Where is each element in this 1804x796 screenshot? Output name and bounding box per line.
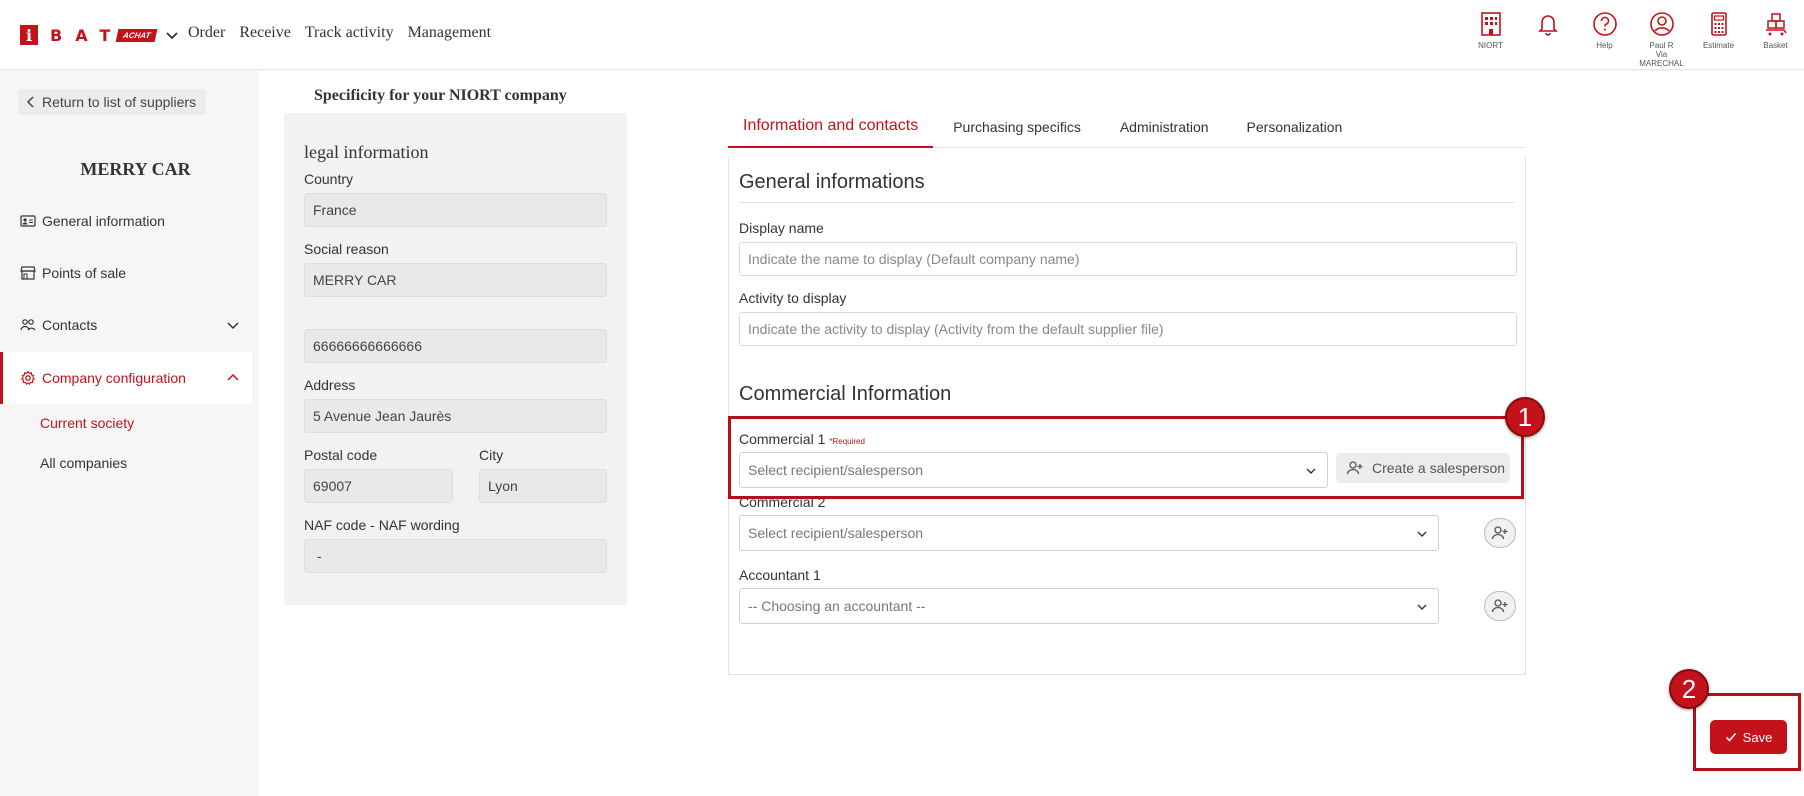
sidebar-subitem-all-companies[interactable]: All companies — [40, 455, 127, 471]
display-name-input[interactable]: Indicate the name to display (Default co… — [739, 242, 1517, 276]
sidebar-subitem-current-society[interactable]: Current society — [40, 415, 134, 431]
add-user-icon — [1491, 526, 1508, 540]
top-icons: NIORT Help Paul R Via MARECHAL Estimate B… — [1462, 10, 1804, 68]
logo-letters: BAT — [50, 25, 124, 45]
chevron-down-icon — [227, 322, 239, 330]
naf-field: - — [304, 539, 607, 573]
step-badge-2: 2 — [1669, 669, 1709, 709]
user-icon — [1649, 12, 1674, 36]
city-label: City — [479, 447, 504, 463]
tab-bar: Information and contacts Purchasing spec… — [728, 105, 1525, 148]
country-label: Country — [304, 171, 354, 187]
estimate-label: Estimate — [1702, 41, 1735, 50]
accountant-1-select[interactable]: -- Choosing an accountant -- — [739, 588, 1439, 624]
building-icon — [1480, 12, 1501, 36]
page-title: Specificity for your NIORT company — [314, 87, 567, 104]
chevron-down-icon — [1417, 531, 1427, 537]
add-user-icon — [1491, 599, 1508, 613]
accountant-1-label: Accountant 1 — [739, 567, 821, 583]
accountant-1-placeholder: -- Choosing an accountant -- — [748, 598, 926, 614]
activity-label: Activity to display — [739, 290, 847, 306]
user-label: Paul R Via MARECHAL — [1633, 41, 1690, 68]
sidebar: Return to list of suppliers MERRY CAR Ge… — [0, 71, 259, 796]
city-field: Lyon — [479, 469, 607, 503]
add-commercial-2-button[interactable] — [1484, 518, 1516, 548]
help-icon — [1592, 12, 1617, 36]
postal-code-label: Postal code — [304, 447, 378, 463]
logo-achat-badge: ACHAT — [115, 28, 159, 42]
tab-administration[interactable]: Administration — [1101, 105, 1228, 148]
postal-code-field: 69007 — [304, 469, 453, 503]
basket-label: Basket — [1763, 41, 1788, 50]
save-label: Save — [1742, 729, 1773, 745]
highlight-commercial-1 — [728, 416, 1524, 499]
sidebar-item-label: Company configuration — [42, 370, 186, 386]
basket-icon — [1765, 13, 1787, 36]
return-to-suppliers-button[interactable]: Return to list of suppliers — [18, 89, 207, 115]
sidebar-item-company-configuration[interactable]: Company configuration — [0, 352, 252, 404]
general-informations-title: General informations — [739, 171, 925, 193]
country-field: France — [304, 193, 607, 227]
nav-management[interactable]: Management — [408, 24, 492, 42]
basket-button[interactable]: Basket — [1747, 10, 1804, 68]
legal-information-panel: legal information Country France Social … — [284, 113, 627, 605]
sidebar-item-general-information[interactable]: General information — [0, 195, 252, 247]
chevron-left-icon — [26, 96, 34, 108]
company-label: NIORT — [1478, 41, 1503, 50]
step-badge-1: 1 — [1505, 397, 1545, 437]
sidebar-item-label: Points of sale — [42, 265, 127, 281]
nav-track-activity[interactable]: Track activity — [305, 24, 394, 42]
notifications-button[interactable] — [1519, 10, 1576, 68]
top-bar: i BAT ACHAT Order Receive Track activity… — [0, 0, 1804, 70]
social-reason-label: Social reason — [304, 241, 389, 257]
return-label: Return to list of suppliers — [42, 94, 197, 110]
add-accountant-button[interactable] — [1484, 591, 1516, 621]
sidebar-item-label: General information — [42, 213, 165, 229]
siret-field: 66666666666666 — [304, 329, 607, 363]
nav-receive[interactable]: Receive — [239, 24, 291, 42]
tab-personalization[interactable]: Personalization — [1228, 105, 1362, 148]
calculator-icon — [1710, 12, 1727, 36]
help-label: Help — [1596, 41, 1613, 50]
company-button[interactable]: NIORT — [1462, 10, 1519, 68]
estimate-button[interactable]: Estimate — [1690, 10, 1747, 68]
display-name-label: Display name — [739, 220, 824, 236]
user-button[interactable]: Paul R Via MARECHAL — [1633, 10, 1690, 68]
chevron-down-icon — [1417, 604, 1427, 610]
top-nav: Order Receive Track activity Management — [188, 24, 505, 42]
naf-label: NAF code - NAF wording — [304, 517, 460, 533]
tab-information-and-contacts[interactable]: Information and contacts — [728, 105, 934, 148]
activity-input[interactable]: Indicate the activity to display (Activi… — [739, 312, 1517, 346]
store-icon — [20, 266, 36, 280]
id-card-icon — [20, 215, 36, 227]
commercial-information-title: Commercial Information — [739, 383, 952, 405]
users-icon — [20, 319, 36, 331]
sidebar-item-contacts[interactable]: Contacts — [0, 299, 252, 351]
chevron-up-icon — [227, 373, 239, 381]
save-button[interactable]: Save — [1710, 720, 1787, 754]
commercial-2-placeholder: Select recipient/salesperson — [748, 525, 924, 541]
address-field: 5 Avenue Jean Jaurès — [304, 399, 607, 433]
commercial-2-select[interactable]: Select recipient/salesperson — [739, 515, 1439, 551]
user-name: Paul R — [1649, 41, 1674, 50]
sidebar-item-points-of-sale[interactable]: Points of sale — [0, 247, 252, 299]
help-button[interactable]: Help — [1576, 10, 1633, 68]
divider — [739, 202, 1515, 203]
chevron-down-icon[interactable] — [165, 28, 179, 42]
user-via: Via MARECHAL — [1639, 50, 1684, 68]
check-icon — [1725, 732, 1736, 742]
logo-i: i — [20, 25, 38, 45]
address-label: Address — [304, 377, 356, 393]
app-logo[interactable]: i BAT ACHAT — [20, 24, 179, 46]
bell-icon — [1537, 15, 1558, 36]
gear-icon — [20, 370, 36, 386]
tab-purchasing-specifics[interactable]: Purchasing specifics — [933, 105, 1101, 148]
sidebar-item-label: Contacts — [42, 317, 98, 333]
nav-order[interactable]: Order — [188, 24, 225, 42]
supplier-name: MERRY CAR — [80, 159, 191, 179]
social-reason-field: MERRY CAR — [304, 263, 607, 297]
legal-information-title: legal information — [304, 142, 429, 162]
